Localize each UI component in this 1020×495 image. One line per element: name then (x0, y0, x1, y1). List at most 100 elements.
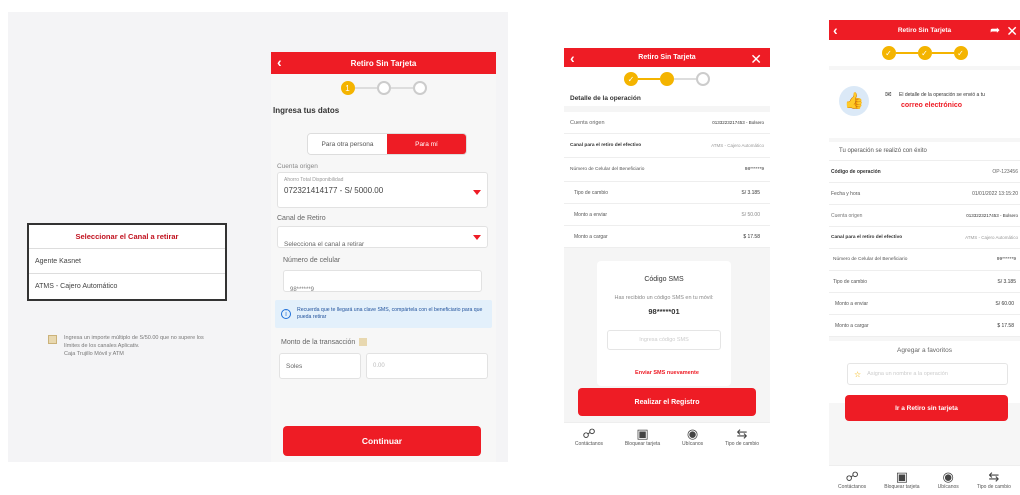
chevron-down-icon (473, 190, 481, 195)
continue-button[interactable]: Continuar (283, 426, 481, 456)
nav-label: Bloquear tarjeta (624, 441, 661, 447)
tab-me[interactable]: Para mí (387, 134, 466, 154)
row-value: 98******9 (744, 167, 764, 172)
detail-row-charge: Monto a cargar $ 17.58 (564, 226, 770, 248)
row-value: $ 17.58 (743, 233, 760, 240)
screen-title: Retiro Sin Tarjeta (350, 58, 417, 68)
section-title: Detalle de la operación (564, 91, 770, 106)
row-value: 0133223217453 - Bolsero (712, 120, 764, 125)
back-icon[interactable]: ‹ (570, 50, 575, 66)
nav-label: Bloquear tarjeta (884, 484, 920, 490)
header-bar: ‹ Retiro Sin Tarjeta (271, 52, 496, 74)
step-2 (660, 72, 674, 86)
phone-input[interactable]: 98******9 (283, 270, 482, 293)
result-row-send: Monto a enviar S/ 60.00 (829, 293, 1020, 315)
result-row-date: Fecha y hora 01/01/2022 13:15:20 (829, 183, 1020, 205)
note-checkbox[interactable] (48, 335, 57, 344)
sms-number: 98*****01 (648, 307, 680, 316)
row-label: Tipo de cambio (833, 278, 867, 285)
canal-option-kasnet[interactable]: Agente Kasnet (29, 249, 225, 274)
close-icon[interactable]: ✕ (1006, 23, 1018, 40)
favorites-section: Agregar a favoritos ☆ Asigna un nombre a… (829, 341, 1020, 403)
info-text: Recuerda que te llegará una clave SMS, c… (297, 307, 483, 320)
register-button[interactable]: Realizar el Registro (578, 388, 756, 416)
screen-operacion-exitosa: ‹ Retiro Sin Tarjeta ➦ ✕ ✓ ✓ ✓ 👍 ✉ El de… (829, 20, 1020, 495)
star-icon: ☆ (854, 369, 862, 379)
row-value: ATMS - Cajero Automático (711, 143, 764, 148)
row-value: 99******9 (996, 257, 1016, 262)
step-1: ✓ (624, 72, 638, 86)
step-1: ✓ (881, 46, 896, 60)
row-label: Canal para el retiro del efectivo (831, 235, 903, 240)
result-row-charge: Monto a cargar $ 17.58 (829, 315, 1020, 337)
canal-dialog: Seleccionar el Canal a retirar Agente Ka… (27, 223, 227, 301)
detail-row-origin: Cuenta origen 0133223217453 - Bolsero (564, 112, 770, 134)
canal-dialog-title: Seleccionar el Canal a retirar (29, 225, 225, 249)
thumbs-up-icon: 👍 (839, 86, 869, 116)
amount-inputs: Soles 0.00 (279, 353, 488, 379)
nav-locate[interactable]: ◉ Ubícanos (938, 469, 959, 490)
location-pin-icon: ◉ (686, 426, 699, 441)
amount-placeholder: 0.00 (373, 363, 385, 369)
nav-block-card[interactable]: ▣ Bloquear tarjeta (884, 469, 919, 490)
canal-option-atms[interactable]: ATMS - Cajero Automático (29, 274, 225, 299)
detail-row-rate: Tipo de cambio S/ 3.185 (564, 182, 770, 204)
amount-label: Monto de la transacción (281, 338, 356, 346)
row-label: Tipo de cambio (574, 189, 608, 196)
section-title: Ingresa tus datos (273, 106, 340, 115)
share-icon[interactable]: ➦ (990, 23, 1000, 37)
amount-note: Ingresa un importe múltiplo de S/50.00 q… (48, 334, 263, 358)
nav-block-card[interactable]: ▣ Bloquear tarjeta (625, 426, 660, 447)
amount-input[interactable]: 0.00 (366, 353, 488, 379)
currency-select[interactable]: Soles (279, 353, 361, 379)
nav-contact[interactable]: ☍ Contáctanos (575, 426, 603, 447)
screen-detalle-operacion: ‹ Retiro Sin Tarjeta ✕ ✓ Detalle de la o… (564, 48, 770, 448)
amount-row-label: Monto de la transacción (281, 338, 496, 346)
channel-select[interactable]: Selecciona el canal a retirar (277, 226, 488, 248)
back-icon[interactable]: ‹ (277, 54, 282, 70)
detail-row-phone: Número de Celular del Beneficiario 98***… (564, 158, 770, 182)
currency-value: Soles (286, 362, 303, 370)
origin-value: 072321414177 - S/ 5000.00 (284, 186, 384, 195)
resend-sms-link[interactable]: Enviar SMS nuevamente (564, 370, 770, 376)
result-row-origin: Cuenta origen 0133223217453 - Bolsero (829, 205, 1020, 227)
back-icon[interactable]: ‹ (833, 22, 838, 38)
row-value: OP-123456 (992, 168, 1018, 175)
nav-exchange[interactable]: ⇆ Tipo de cambio (977, 469, 1011, 490)
nav-locate[interactable]: ◉ Ubícanos (682, 426, 703, 447)
amount-info-icon[interactable] (359, 338, 368, 346)
email-icon: ✉ (885, 90, 892, 99)
result-row-code: Código de operación OP-123456 (829, 161, 1020, 183)
row-value: 01/01/2022 13:15:20 (972, 190, 1018, 197)
nav-label: Tipo de cambio (976, 484, 1011, 490)
result-row-channel: Canal para el retiro del efectivo ATMS -… (829, 227, 1020, 249)
step-3 (696, 72, 710, 86)
location-pin-icon: ◉ (942, 469, 954, 484)
row-label: Cuenta origen (831, 212, 863, 219)
result-list: Código de operación OP-123456 Fecha y ho… (829, 161, 1020, 337)
close-icon[interactable]: ✕ (750, 51, 762, 68)
headset-icon: ☍ (582, 426, 596, 441)
nav-label: Ubícanos (682, 441, 704, 447)
step-2: ✓ (917, 46, 932, 60)
row-label: Código de operación (831, 168, 881, 175)
row-label: Número de Celular del Beneficiario (570, 167, 645, 172)
nav-contact[interactable]: ☍ Contáctanos (838, 469, 866, 490)
origin-select[interactable]: Ahorro Total Disponibilidad 072321414177… (277, 172, 488, 208)
go-retiro-button[interactable]: Ir a Retiro sin tarjeta (845, 395, 1008, 421)
row-label: Cuenta origen (570, 119, 605, 126)
row-value: ATMS - Cajero Automático (965, 235, 1018, 240)
row-label: Canal para el retiro del efectivo (570, 143, 642, 148)
favorite-name-input[interactable]: ☆ Asigna un nombre a la operación (847, 363, 1008, 385)
note-line-3: Caja Trujillo Móvil y ATM (64, 351, 124, 357)
channel-label: Canal de Retiro (277, 215, 326, 222)
step-3: ✓ (953, 46, 968, 60)
nav-exchange[interactable]: ⇆ Tipo de cambio (725, 426, 759, 447)
row-label: Monto a cargar (835, 322, 869, 329)
step-2 (376, 81, 391, 95)
tab-other-person[interactable]: Para otra persona (308, 134, 387, 154)
sms-code-input[interactable]: Ingresa código SMS (607, 330, 721, 350)
recipient-tabs: Para otra persona Para mí (307, 133, 467, 155)
phone-label: Número de celular (283, 257, 341, 264)
stepper: ✓ (564, 67, 770, 91)
